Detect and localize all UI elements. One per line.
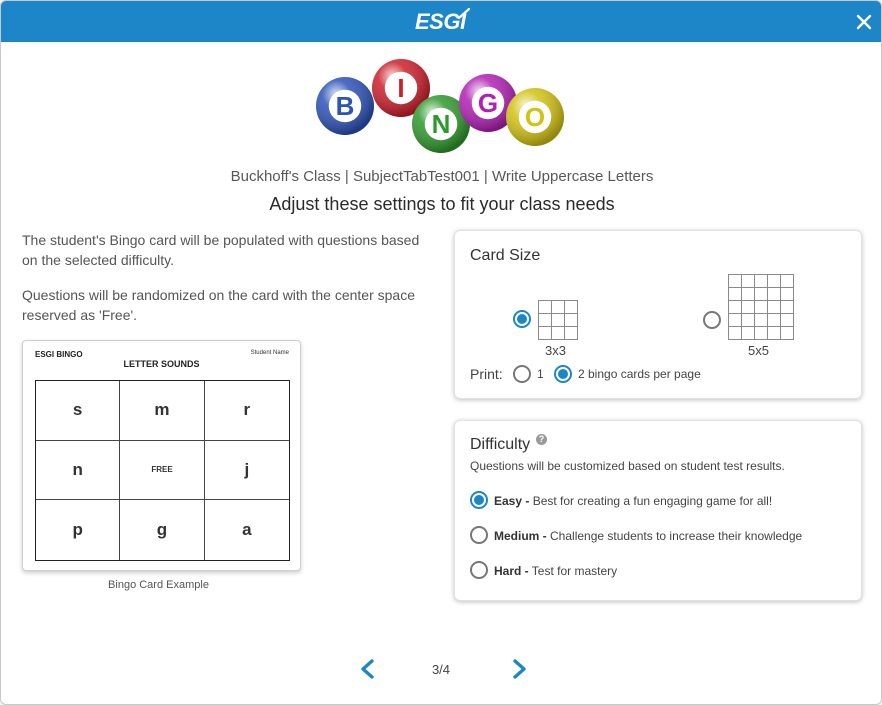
- medium-description: Challenge students to increase their kno…: [550, 529, 803, 543]
- example-caption: Bingo Card Example: [108, 579, 209, 591]
- bingo-letter: G: [478, 88, 498, 118]
- medium-name: Medium -: [494, 529, 547, 543]
- class-subject-subtitle: Buckhoff's Class | SubjectTabTest001 | W…: [230, 168, 654, 185]
- difficulty-easy-radio[interactable]: [470, 491, 488, 509]
- print-2-radio[interactable]: [554, 365, 572, 383]
- size-5x5-radio[interactable]: [703, 311, 721, 329]
- card-cell: r: [204, 381, 289, 441]
- grid-5x5-icon[interactable]: [728, 274, 794, 340]
- difficulty-hard-radio[interactable]: [470, 561, 488, 579]
- card-cell: s: [36, 381, 121, 441]
- card-title: LETTER SOUNDS: [123, 359, 200, 369]
- page-heading: Adjust these settings to fit your class …: [269, 194, 615, 214]
- card-cell: m: [120, 381, 205, 441]
- hard-name: Hard -: [494, 564, 529, 578]
- card-grid: s m r n FREE j p g a: [35, 380, 290, 561]
- description-text: The student's Bingo card will be populat…: [22, 232, 420, 268]
- bingo-settings-modal: ESGI BINGO Buckhoff's Class | SubjectTab…: [0, 0, 882, 705]
- card-cell: j: [204, 441, 289, 501]
- bingo-letter: N: [432, 109, 451, 139]
- bingo-card-example: ESGI BINGO Student Name LETTER SOUNDS s …: [22, 340, 301, 571]
- print-label: Print:: [470, 366, 503, 382]
- size-3x3-radio[interactable]: [513, 310, 531, 328]
- size-5x5-label: 5x5: [748, 343, 769, 358]
- logo-checkmark-icon: [453, 7, 471, 20]
- card-cell: a: [242, 520, 252, 540]
- easy-name: Easy -: [494, 494, 530, 508]
- card-brand: ESGI BINGO: [35, 350, 83, 359]
- card-student-name: Student Name: [250, 350, 289, 356]
- previous-arrow-icon[interactable]: [358, 658, 378, 680]
- print-2-label: 2 bingo cards per page: [578, 367, 701, 381]
- bingo-letter: B: [336, 91, 355, 121]
- difficulty-easy-label: Easy - Best for creating a fun engaging …: [494, 494, 772, 508]
- question-circle-icon[interactable]: ?: [536, 434, 547, 445]
- print-1-label: 1: [537, 367, 544, 381]
- page-indicator: 3/4: [431, 662, 451, 677]
- difficulty-medium-label: Medium - Challenge students to increase …: [494, 529, 802, 543]
- card-size-panel: Card Size 3x3 5x5 Print: 1 2 bingo cards…: [454, 230, 862, 399]
- easy-description: Best for creating a fun engaging game fo…: [532, 494, 773, 508]
- card-size-title: Card Size: [470, 247, 541, 264]
- bingo-letter: I: [397, 73, 404, 103]
- difficulty-title: Difficulty: [470, 436, 531, 453]
- card-cell: g: [120, 500, 205, 560]
- difficulty-medium-radio[interactable]: [470, 526, 488, 544]
- difficulty-subtitle: Questions will be customized based on st…: [470, 459, 785, 473]
- bingo-balls-logo: B ING O: [316, 59, 564, 153]
- grid-3x3-icon[interactable]: [538, 300, 578, 340]
- bingo-ball-b: B: [316, 77, 374, 135]
- print-1-radio[interactable]: [513, 365, 531, 383]
- randomize-text: Questions will be randomized on the card…: [22, 287, 415, 323]
- card-cell: p: [36, 500, 121, 560]
- close-icon[interactable]: [853, 11, 875, 33]
- card-cell: n: [36, 440, 121, 501]
- modal-header: ESGI: [1, 1, 881, 42]
- difficulty-hard-label: Hard - Test for mastery: [494, 564, 617, 578]
- bingo-ball-o: O: [506, 88, 564, 146]
- size-3x3-label: 3x3: [545, 343, 566, 358]
- hard-description: Test for mastery: [531, 564, 618, 578]
- bingo-letter: O: [525, 102, 545, 132]
- next-arrow-icon[interactable]: [509, 658, 529, 680]
- card-free-cell: FREE: [120, 440, 205, 501]
